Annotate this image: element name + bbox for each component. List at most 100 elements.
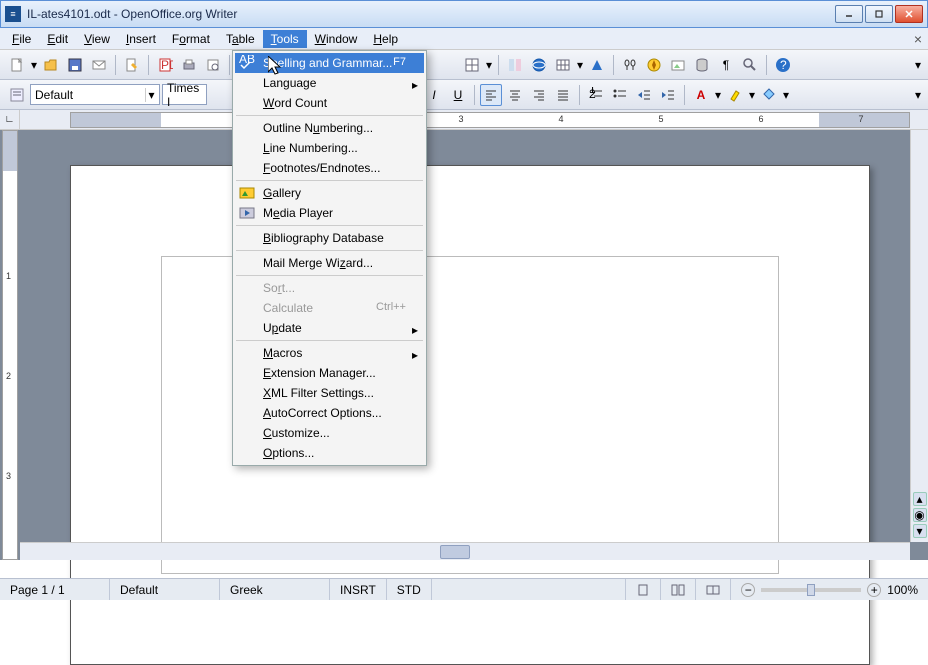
format-toolbar-overflow[interactable]: ▾ xyxy=(914,84,922,106)
grid-dropdown[interactable]: ▾ xyxy=(576,54,584,76)
email-button[interactable] xyxy=(88,54,110,76)
decrease-indent-button[interactable] xyxy=(633,84,655,106)
new-doc-dropdown[interactable]: ▾ xyxy=(30,54,38,76)
gallery-button[interactable] xyxy=(667,54,689,76)
numbering-button[interactable]: 12 xyxy=(585,84,607,106)
view-multi-icon[interactable] xyxy=(661,579,696,600)
menu-autocorrect[interactable]: AutoCorrect Options... xyxy=(235,403,424,423)
table-button[interactable] xyxy=(461,54,483,76)
zoom-slider[interactable] xyxy=(761,588,861,592)
menu-gallery[interactable]: Gallery xyxy=(235,183,424,203)
zoom-in-button[interactable]: + xyxy=(867,583,881,597)
menu-line-numbering[interactable]: Line Numbering... xyxy=(235,138,424,158)
find-button[interactable] xyxy=(619,54,641,76)
status-language[interactable]: Greek xyxy=(220,579,330,600)
menu-macros[interactable]: Macros▸ xyxy=(235,343,424,363)
bgcolor-dropdown[interactable]: ▾ xyxy=(782,84,790,106)
toolbar-overflow[interactable]: ▾ xyxy=(914,54,922,76)
formatting-toolbar: Default▾ Times I B I U 12 A ▾ ▾ ▾ ▾ xyxy=(0,80,928,110)
prev-page-button[interactable]: ▴ xyxy=(913,492,927,506)
hscroll-thumb[interactable] xyxy=(440,545,470,559)
menu-update[interactable]: Update▸ xyxy=(235,318,424,338)
hyperlink-button[interactable] xyxy=(528,54,550,76)
menu-mailmerge[interactable]: Mail Merge Wizard... xyxy=(235,253,424,273)
bgcolor-button[interactable] xyxy=(758,84,780,106)
bullets-button[interactable] xyxy=(609,84,631,106)
highlight-dropdown[interactable]: ▾ xyxy=(748,84,756,106)
svg-text:2: 2 xyxy=(589,87,596,101)
menu-file[interactable]: File xyxy=(4,30,39,48)
view-single-icon[interactable] xyxy=(626,579,661,600)
menu-language[interactable]: Language▸ xyxy=(235,73,424,93)
vertical-ruler[interactable]: 1 2 3 xyxy=(2,130,18,560)
justify-button[interactable] xyxy=(552,84,574,106)
print-button[interactable] xyxy=(178,54,200,76)
underline-button[interactable]: U xyxy=(447,84,469,106)
horizontal-scrollbar[interactable] xyxy=(20,542,910,560)
vertical-scrollbar[interactable]: ▴ ◉ ▾ xyxy=(910,130,928,542)
align-left-button[interactable] xyxy=(480,84,502,106)
zoom-out-button[interactable]: − xyxy=(741,583,755,597)
menu-format[interactable]: Format xyxy=(164,30,218,48)
navigator-button[interactable] xyxy=(643,54,665,76)
menu-media-player[interactable]: Media Player xyxy=(235,203,424,223)
minimize-button[interactable] xyxy=(835,5,863,23)
new-doc-button[interactable] xyxy=(6,54,28,76)
nav-target-button[interactable]: ◉ xyxy=(913,508,927,522)
menu-insert[interactable]: Insert xyxy=(118,30,164,48)
status-empty xyxy=(432,579,627,600)
menu-extensions[interactable]: Extension Manager... xyxy=(235,363,424,383)
styles-button[interactable] xyxy=(504,54,526,76)
menu-view[interactable]: View xyxy=(76,30,118,48)
edit-file-button[interactable] xyxy=(121,54,143,76)
align-right-button[interactable] xyxy=(528,84,550,106)
close-button[interactable] xyxy=(895,5,923,23)
maximize-button[interactable] xyxy=(865,5,893,23)
horizontal-ruler[interactable]: 3 4 5 6 7 xyxy=(70,112,910,128)
next-page-button[interactable]: ▾ xyxy=(913,524,927,538)
menu-spelling[interactable]: ABC Spelling and Grammar... F7 xyxy=(235,53,424,73)
menu-outline-numbering[interactable]: Outline Numbering... xyxy=(235,118,424,138)
align-center-button[interactable] xyxy=(504,84,526,106)
menu-edit[interactable]: Edit xyxy=(39,30,76,48)
menu-help[interactable]: Help xyxy=(365,30,406,48)
window-title: IL-ates4101.odt - OpenOffice.org Writer xyxy=(27,7,835,21)
status-style[interactable]: Default xyxy=(110,579,220,600)
ruler-row: ∟ 3 4 5 6 7 xyxy=(0,110,928,130)
table-dropdown[interactable]: ▾ xyxy=(485,54,493,76)
datasource-button[interactable] xyxy=(691,54,713,76)
export-pdf-button[interactable]: PDF xyxy=(154,54,176,76)
status-selection-mode[interactable]: STD xyxy=(387,579,432,600)
close-document-icon[interactable]: × xyxy=(914,31,922,47)
menu-tools[interactable]: Tools xyxy=(263,30,307,48)
menu-table[interactable]: Table xyxy=(218,30,263,48)
menu-bibliography[interactable]: Bibliography Database xyxy=(235,228,424,248)
status-page[interactable]: Page 1 / 1 xyxy=(0,579,110,600)
styles-window-button[interactable] xyxy=(6,84,28,106)
menu-footnotes[interactable]: Footnotes/Endnotes... xyxy=(235,158,424,178)
zoom-percent[interactable]: 100% xyxy=(887,583,918,597)
help-button[interactable]: ? xyxy=(772,54,794,76)
gallery-icon xyxy=(239,185,255,201)
font-color-button[interactable]: A xyxy=(690,84,712,106)
draw-button[interactable] xyxy=(586,54,608,76)
zoom-button[interactable] xyxy=(739,54,761,76)
highlight-button[interactable] xyxy=(724,84,746,106)
open-button[interactable] xyxy=(40,54,62,76)
status-insert-mode[interactable]: INSRT xyxy=(330,579,387,600)
menu-window[interactable]: Window xyxy=(307,30,366,48)
paragraph-style-combo[interactable]: Default▾ xyxy=(30,84,160,105)
table-grid-button[interactable] xyxy=(552,54,574,76)
increase-indent-button[interactable] xyxy=(657,84,679,106)
menu-wordcount[interactable]: Word Count xyxy=(235,93,424,113)
menu-customize[interactable]: Customize... xyxy=(235,423,424,443)
nonprint-button[interactable]: ¶ xyxy=(715,54,737,76)
save-button[interactable] xyxy=(64,54,86,76)
font-name-combo[interactable]: Times I xyxy=(162,84,207,105)
preview-button[interactable] xyxy=(202,54,224,76)
menu-xml-filter[interactable]: XML Filter Settings... xyxy=(235,383,424,403)
view-book-icon[interactable] xyxy=(696,579,731,600)
menu-options[interactable]: Options... xyxy=(235,443,424,463)
font-color-dropdown[interactable]: ▾ xyxy=(714,84,722,106)
tools-menu-dropdown: ABC Spelling and Grammar... F7 Language▸… xyxy=(232,50,427,466)
